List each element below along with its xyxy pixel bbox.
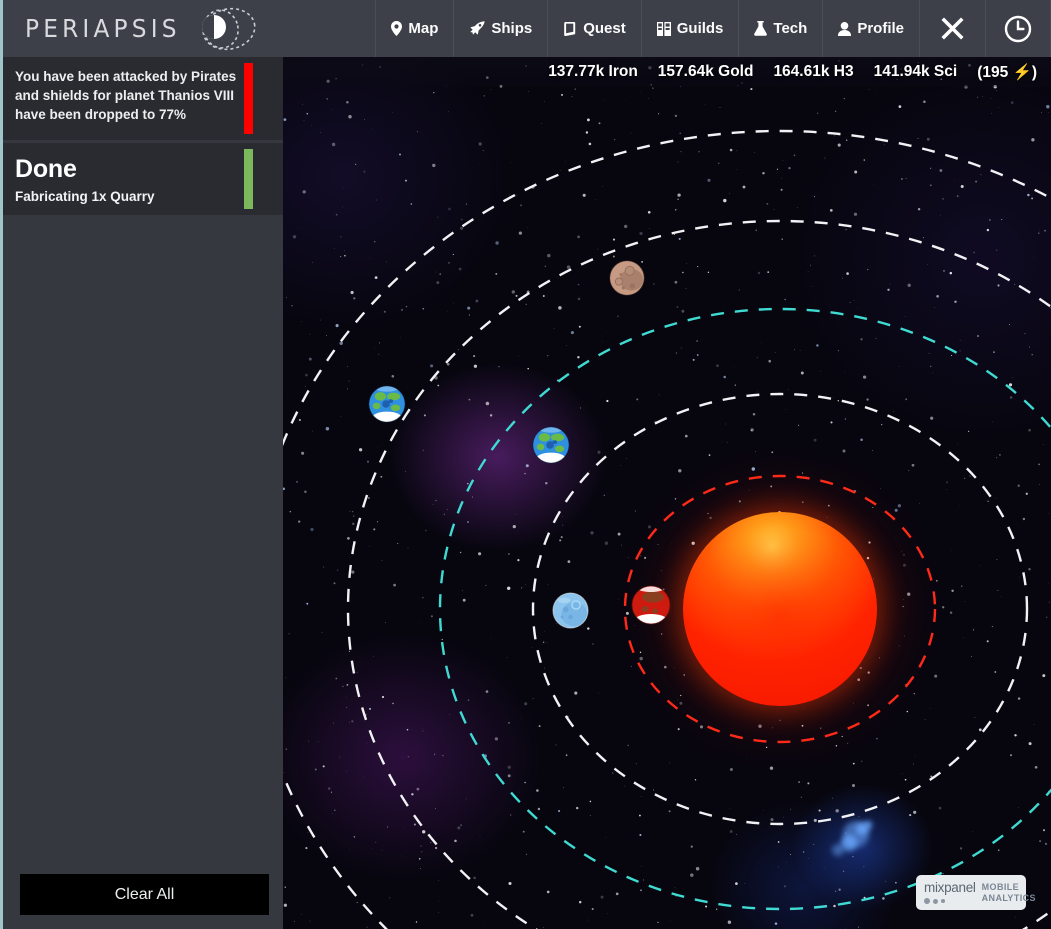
- clock-button[interactable]: [985, 0, 1051, 57]
- mixpanel-tagline-line1: MOBILE: [982, 882, 1036, 893]
- periapsis-orbit-logo-icon: [195, 5, 257, 53]
- nav-item-map[interactable]: Map: [375, 0, 453, 57]
- notification-accent-bar: [244, 149, 253, 209]
- resource-energy: (195 ⚡): [977, 63, 1037, 82]
- nav-label-profile: Profile: [857, 20, 904, 37]
- planet-rocky-tan[interactable]: [609, 260, 645, 296]
- user-icon: [838, 22, 851, 36]
- notification-attack[interactable]: You have been attacked by Pirates and sh…: [3, 57, 283, 140]
- app-header: PERIAPSIS Map Ships Quest Gu: [0, 0, 1051, 57]
- nav-label-map: Map: [408, 20, 438, 37]
- logo-text: PERIAPSIS: [25, 14, 181, 43]
- logo: PERIAPSIS: [0, 0, 375, 57]
- resource-h3: 164.61k H3: [773, 63, 853, 81]
- planet-terran-mid[interactable]: [532, 426, 570, 464]
- clear-all-container: Clear All: [3, 860, 286, 929]
- close-x-icon: [940, 16, 965, 41]
- notification-subtitle: Fabricating 1x Quarry: [15, 189, 269, 204]
- resource-gold: 157.64k Gold: [658, 63, 754, 81]
- clock-icon: [1004, 15, 1032, 43]
- planet-red-desert[interactable]: [631, 585, 671, 625]
- planets-layer: [283, 57, 1051, 929]
- nav-label-tech: Tech: [773, 20, 807, 37]
- nav-item-quest[interactable]: Quest: [547, 0, 641, 57]
- close-button[interactable]: [919, 0, 985, 57]
- mixpanel-dots-icon: [924, 898, 976, 904]
- nav-item-ships[interactable]: Ships: [453, 0, 547, 57]
- notification-accent-bar: [244, 63, 253, 134]
- planet-terran-far[interactable]: [368, 385, 406, 423]
- rocket-icon: [469, 21, 485, 36]
- nav-item-guilds[interactable]: Guilds: [641, 0, 739, 57]
- notification-title: Done: [15, 154, 269, 184]
- notifications-sidebar: You have been attacked by Pirates and sh…: [0, 57, 283, 929]
- mixpanel-tagline-line2: ANALYTICS: [982, 893, 1036, 904]
- notification-message: You have been attacked by Pirates and sh…: [15, 67, 247, 124]
- book-icon: [563, 22, 577, 36]
- resource-iron: 137.77k Iron: [548, 63, 638, 81]
- nav-label-guilds: Guilds: [677, 20, 724, 37]
- mixpanel-name: mixpanel: [924, 881, 976, 895]
- resource-sci: 141.94k Sci: [874, 63, 958, 81]
- nav-label-ships: Ships: [491, 20, 532, 37]
- resource-bar: 137.77k Iron 157.64k Gold 164.61k H3 141…: [283, 57, 1051, 87]
- flask-icon: [754, 21, 767, 36]
- notification-done[interactable]: Done Fabricating 1x Quarry: [3, 143, 283, 215]
- map-pin-icon: [391, 21, 402, 36]
- nav-item-tech[interactable]: Tech: [738, 0, 822, 57]
- clear-all-button[interactable]: Clear All: [20, 874, 269, 915]
- guild-banner-icon: [657, 22, 671, 36]
- mixpanel-tagline: MOBILE ANALYTICS: [982, 882, 1036, 904]
- nav-item-profile[interactable]: Profile: [822, 0, 919, 57]
- nav-label-quest: Quest: [583, 20, 626, 37]
- mixpanel-brand: mixpanel: [924, 881, 976, 904]
- system-map[interactable]: 137.77k Iron 157.64k Gold 164.61k H3 141…: [283, 57, 1051, 929]
- planet-ice-blue[interactable]: [552, 592, 589, 629]
- mixpanel-badge[interactable]: mixpanel MOBILE ANALYTICS: [916, 875, 1026, 910]
